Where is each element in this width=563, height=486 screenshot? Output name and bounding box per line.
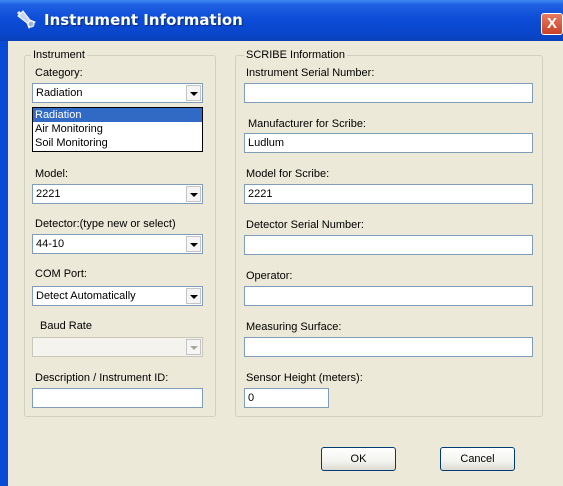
- scribe-model-label: Model for Scribe:: [246, 168, 330, 180]
- description-label: Description / Instrument ID:: [35, 372, 169, 384]
- com-port-dropdown-arrow-icon[interactable]: [186, 288, 201, 304]
- category-select-value: Radiation: [36, 87, 83, 99]
- com-port-select-value: Detect Automatically: [36, 290, 136, 302]
- window-frame-left: [0, 41, 8, 486]
- description-input[interactable]: [32, 388, 203, 408]
- ok-button[interactable]: OK: [321, 447, 396, 471]
- scribe-model-input[interactable]: 2221: [244, 184, 533, 204]
- instrument-group-legend: Instrument: [31, 49, 87, 61]
- manufacturer-input[interactable]: Ludlum: [244, 133, 533, 153]
- scribe-group-legend: SCRIBE Information: [244, 49, 348, 61]
- cancel-button[interactable]: Cancel: [440, 447, 515, 471]
- sensor-height-value: 0: [248, 392, 255, 404]
- category-select[interactable]: Radiation: [32, 83, 203, 103]
- model-label: Model:: [35, 168, 69, 180]
- model-select[interactable]: 2221: [32, 184, 203, 204]
- manufacturer-label: Manufacturer for Scribe:: [248, 118, 366, 130]
- com-port-label: COM Port:: [35, 268, 87, 280]
- detector-dropdown-arrow-icon[interactable]: [186, 236, 201, 252]
- category-dropdown-arrow-icon[interactable]: [186, 85, 201, 101]
- operator-label: Operator:: [246, 270, 293, 282]
- baud-rate-label: Baud Rate: [40, 320, 92, 332]
- manufacturer-value: Ludlum: [248, 137, 285, 149]
- close-icon: X: [546, 15, 557, 32]
- instrument-serial-input[interactable]: [244, 83, 533, 103]
- detector-select-value: 44-10: [36, 238, 65, 250]
- baud-rate-dropdown-arrow-icon: [186, 339, 201, 355]
- operator-input[interactable]: [244, 286, 533, 306]
- com-port-select[interactable]: Detect Automatically: [32, 286, 203, 306]
- detector-label: Detector:(type new or select): [35, 218, 176, 230]
- instrument-app-icon: [16, 10, 36, 29]
- category-dropdown-list: Radiation Air Monitoring Soil Monitoring: [32, 107, 203, 152]
- category-label: Category:: [35, 67, 83, 79]
- model-dropdown-arrow-icon[interactable]: [186, 186, 201, 202]
- measuring-surface-label: Measuring Surface:: [246, 321, 342, 333]
- baud-rate-select: [32, 337, 203, 357]
- scribe-model-value: 2221: [248, 188, 273, 200]
- category-option-soil-monitoring[interactable]: Soil Monitoring: [33, 136, 202, 150]
- instrument-serial-label: Instrument Serial Number:: [246, 67, 375, 79]
- sensor-height-input[interactable]: 0: [244, 388, 329, 408]
- detector-serial-label: Detector Serial Number:: [246, 219, 364, 231]
- sensor-height-label: Sensor Height (meters):: [246, 372, 363, 384]
- detector-serial-input[interactable]: [244, 235, 533, 255]
- title-bar[interactable]: Instrument Information X: [0, 0, 563, 41]
- category-option-radiation[interactable]: Radiation: [33, 108, 202, 122]
- measuring-surface-input[interactable]: [244, 337, 533, 357]
- close-button[interactable]: X: [541, 13, 563, 35]
- category-option-air-monitoring[interactable]: Air Monitoring: [33, 122, 202, 136]
- model-select-value: 2221: [36, 188, 61, 200]
- window-title: Instrument Information: [44, 11, 243, 29]
- detector-select[interactable]: 44-10: [32, 234, 203, 254]
